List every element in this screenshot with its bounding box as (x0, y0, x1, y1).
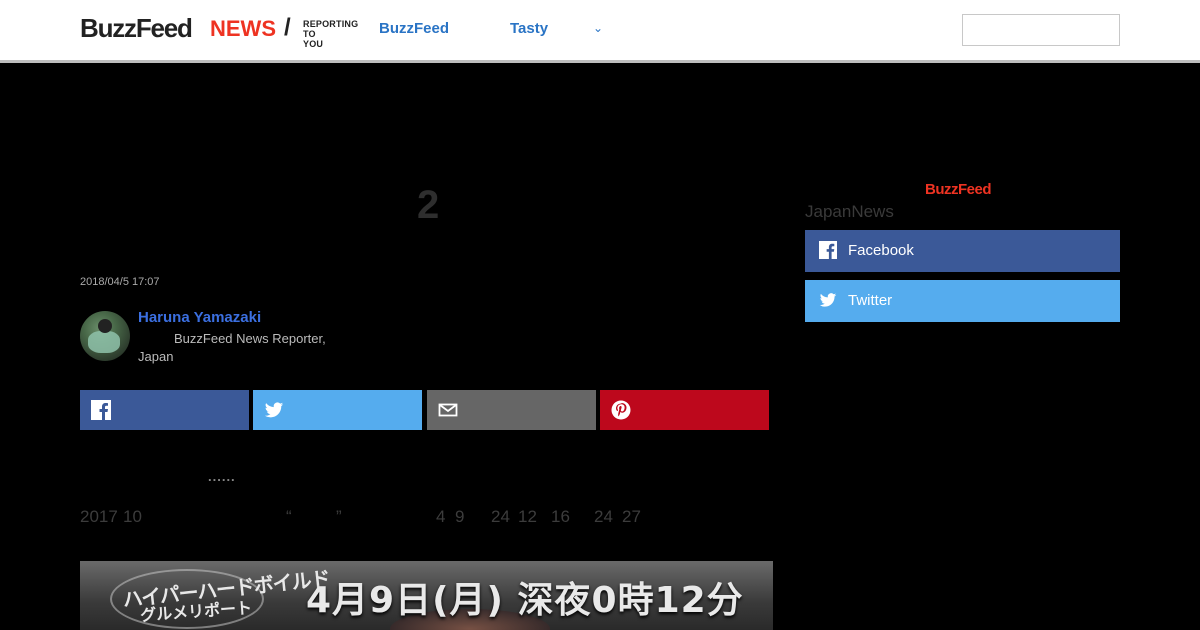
twitter-icon (264, 402, 284, 418)
share-pinterest-button[interactable] (600, 390, 769, 430)
avatar-image-part (88, 331, 120, 353)
share-twitter-button[interactable] (253, 390, 422, 430)
article-headline: 2 (417, 183, 440, 227)
twitter-icon (819, 293, 837, 307)
sidebar-brand-logo: BuzzFeed (925, 181, 992, 198)
body-text-fragment: 9 (455, 507, 465, 526)
logo-tagline: TO YOU (303, 29, 324, 49)
follow-twitter-button[interactable]: Twitter (805, 280, 1120, 322)
lead-ellipsis: ...... (208, 469, 236, 484)
sidebar-label: JapanNews (805, 202, 894, 221)
article-date: 2018/04/5 17:07 (80, 276, 160, 288)
article-hero-image: ハイパーハードボイルド グルメリポート 4月9日(月) 深夜0時12分 (80, 561, 773, 630)
author-avatar[interactable] (80, 311, 130, 361)
follow-facebook-button[interactable]: Facebook (805, 230, 1120, 272)
author-role: BuzzFeed News Reporter, (174, 331, 326, 346)
follow-facebook-label: Facebook (848, 242, 914, 259)
share-email-button[interactable] (427, 390, 596, 430)
body-text-fragment: 4 (436, 507, 446, 526)
mail-icon (438, 403, 458, 417)
body-text-fragment: 2017 (80, 507, 118, 526)
logo-tagline: REPORTING (303, 19, 359, 29)
follow-twitter-label: Twitter (848, 292, 893, 309)
body-text-fragment: 12 (518, 507, 537, 526)
nav-link-tasty[interactable]: Tasty (510, 20, 548, 37)
pinterest-icon (611, 400, 631, 420)
body-text-fragment: ” (336, 507, 342, 526)
body-text-fragment: 10 (123, 507, 142, 526)
nav-link-buzzfeed[interactable]: BuzzFeed (379, 20, 449, 37)
logo-slash: / (284, 14, 291, 41)
avatar-image-part (98, 319, 112, 333)
body-text-fragment: “ (286, 507, 292, 526)
author-location: Japan (138, 349, 174, 364)
body-text-fragment: 27 (622, 507, 641, 526)
logo-brand: BuzzFeed (80, 13, 193, 43)
image-airtime-text: 4月9日(月) 深夜0時12分 (306, 580, 744, 621)
body-text-fragment: 24 (491, 507, 510, 526)
author-name-link[interactable]: Haruna Yamazaki (138, 309, 261, 326)
chevron-down-icon[interactable]: ⌄ (593, 21, 603, 35)
body-text-fragment: 24 (594, 507, 613, 526)
facebook-icon (819, 241, 837, 259)
search-input[interactable] (962, 14, 1120, 46)
top-navigation-bar: BuzzFeed NEWS / REPORTING TO YOU BuzzFee… (0, 0, 1200, 63)
facebook-icon (91, 400, 111, 420)
logo-news: NEWS (210, 16, 276, 41)
share-facebook-button[interactable] (80, 390, 249, 430)
body-text-fragment: 16 (551, 507, 570, 526)
